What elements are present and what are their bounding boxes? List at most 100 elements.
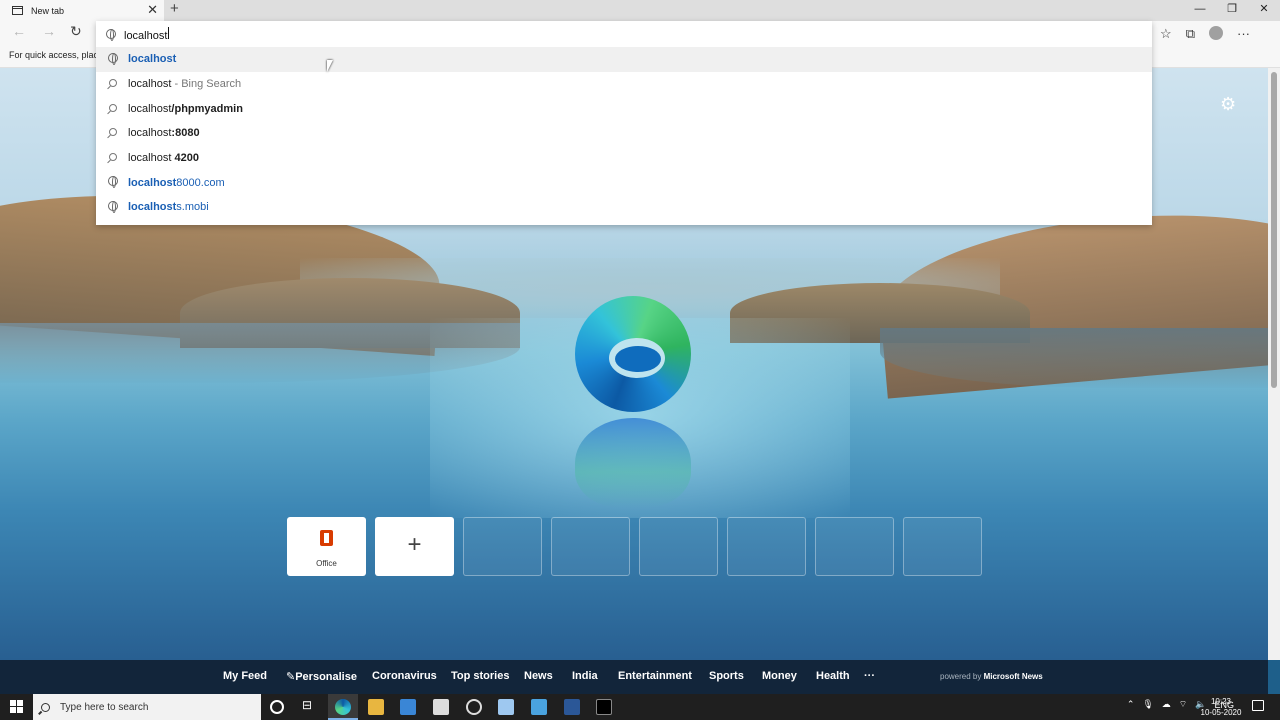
suggestion-completion: /phpmyadmin bbox=[171, 102, 243, 115]
remote-desktop-icon[interactable] bbox=[531, 699, 547, 715]
mouse-cursor-icon bbox=[327, 60, 339, 72]
forward-button[interactable]: → bbox=[42, 23, 56, 39]
terminal-icon[interactable] bbox=[596, 699, 612, 715]
quick-link-empty bbox=[815, 517, 894, 576]
text-caret bbox=[168, 26, 170, 39]
powered-by-label: powered by Microsoft News bbox=[940, 672, 1043, 681]
search-icon bbox=[109, 153, 117, 162]
suggestion-text: localhost/phpmyadmin bbox=[128, 103, 243, 115]
quick-link-office[interactable]: Office bbox=[287, 517, 366, 576]
obs-icon[interactable] bbox=[466, 699, 482, 715]
minimize-button[interactable]: — bbox=[1184, 0, 1216, 21]
news-tab-health[interactable]: Health bbox=[816, 670, 850, 682]
edge-logo-reflection bbox=[575, 418, 691, 508]
page-settings-icon[interactable]: ⚙ bbox=[1220, 94, 1236, 115]
app-icon[interactable] bbox=[498, 699, 514, 715]
toolbar-right: ☆ ⧉ ··· bbox=[1160, 26, 1250, 43]
suggestion-text: localhost:8080 bbox=[128, 127, 200, 139]
taskbar-search-placeholder: Type here to search bbox=[60, 701, 149, 713]
edge-logo bbox=[575, 296, 691, 412]
suggestion-item[interactable]: localhost bbox=[96, 47, 1152, 72]
page-icon bbox=[12, 6, 23, 15]
suggestion-completion: 4200 bbox=[174, 152, 199, 165]
suggestion-item[interactable]: localhost:8080 bbox=[96, 121, 1152, 146]
restore-button[interactable]: ❐ bbox=[1216, 0, 1248, 21]
news-tab-money[interactable]: Money bbox=[762, 670, 797, 682]
windows-start-icon[interactable] bbox=[10, 700, 23, 713]
quick-link-label: Office bbox=[316, 559, 337, 568]
suggestion-item[interactable]: localhost8000.com bbox=[96, 170, 1152, 195]
wifi-icon[interactable]: ⌔ bbox=[1179, 699, 1187, 710]
suggestion-item[interactable]: localhost 4200 bbox=[96, 146, 1152, 171]
globe-icon bbox=[108, 176, 118, 189]
address-value: localhost bbox=[124, 29, 168, 42]
suggestion-rest: s.mobi bbox=[176, 201, 209, 214]
onedrive-icon[interactable]: ☁ bbox=[1162, 699, 1171, 710]
tab-strip: New tab ✕ + — ❐ ✕ bbox=[0, 0, 1280, 21]
office-icon bbox=[320, 530, 333, 546]
add-quick-link-button[interactable]: + bbox=[375, 517, 454, 576]
news-tab-sports[interactable]: Sports bbox=[709, 670, 744, 682]
suggestion-host: localhost bbox=[128, 176, 177, 189]
edge-taskbar-icon[interactable] bbox=[335, 699, 351, 715]
avatar bbox=[1209, 26, 1223, 40]
suggestion-item[interactable]: localhost/phpmyadmin bbox=[96, 96, 1152, 121]
microphone-icon[interactable]: 🎙 bbox=[1142, 699, 1153, 710]
word-icon[interactable] bbox=[564, 699, 580, 715]
news-tab-coronavirus[interactable]: Coronavirus bbox=[372, 670, 437, 682]
tab-new-tab[interactable]: New tab ✕ bbox=[0, 0, 164, 21]
taskbar-clock[interactable]: 10:23 10-05-2020 bbox=[1196, 696, 1246, 718]
suggestion-query: localhost bbox=[128, 102, 172, 115]
suggestion-text: localhosts.mobi bbox=[128, 201, 209, 213]
search-icon-wrap bbox=[106, 78, 120, 90]
news-tab-my-feed[interactable]: My Feed bbox=[223, 670, 267, 682]
cortana-icon[interactable] bbox=[270, 700, 284, 714]
suggestion-item[interactable]: localhosts.mobi bbox=[96, 195, 1152, 220]
task-view-icon[interactable]: ⊟ bbox=[302, 698, 318, 714]
plus-icon: + bbox=[407, 531, 422, 558]
profile-button[interactable] bbox=[1209, 26, 1223, 43]
favorites-icon[interactable]: ☆ bbox=[1160, 26, 1172, 43]
store-icon[interactable] bbox=[400, 699, 416, 715]
file-explorer-icon[interactable] bbox=[368, 699, 384, 715]
taskbar-search-box[interactable]: Type here to search bbox=[33, 694, 261, 720]
quick-link-empty bbox=[551, 517, 630, 576]
news-nav-bar: My Feed ✎Personalise Coronavirus Top sto… bbox=[0, 660, 1268, 694]
suggestion-host: localhost bbox=[128, 201, 177, 214]
suggestion-text: localhost 4200 bbox=[128, 152, 199, 164]
news-tab-personalise[interactable]: ✎Personalise bbox=[286, 670, 357, 683]
tab-title: New tab bbox=[31, 5, 65, 16]
news-tab-india[interactable]: India bbox=[572, 670, 598, 682]
tab-close-icon[interactable]: ✕ bbox=[147, 2, 158, 18]
back-button[interactable]: ← bbox=[12, 23, 26, 39]
favorites-hint: For quick access, place y bbox=[9, 50, 111, 60]
news-tab-entertainment[interactable]: Entertainment bbox=[618, 670, 692, 682]
suggestion-text: localhost8000.com bbox=[128, 177, 225, 189]
refresh-button[interactable]: ↻ bbox=[70, 23, 82, 40]
news-more-button[interactable]: ··· bbox=[864, 670, 875, 682]
news-tab-top-stories[interactable]: Top stories bbox=[451, 670, 509, 682]
news-tab-news[interactable]: News bbox=[524, 670, 553, 682]
clock-date: 10-05-2020 bbox=[1200, 708, 1242, 717]
suggestion-suffix: - Bing Search bbox=[171, 78, 242, 91]
suggestion-query: localhost bbox=[128, 152, 175, 165]
notification-icon[interactable] bbox=[1252, 700, 1264, 711]
address-bar[interactable]: localhost bbox=[96, 21, 1152, 47]
suggestion-rest: 8000.com bbox=[176, 176, 225, 189]
page-scrollbar[interactable] bbox=[1268, 68, 1280, 660]
close-window-button[interactable]: ✕ bbox=[1248, 0, 1280, 21]
more-options-icon[interactable]: ··· bbox=[1237, 26, 1250, 43]
scrollbar-thumb[interactable] bbox=[1271, 72, 1277, 388]
mail-icon[interactable] bbox=[433, 699, 449, 715]
collections-icon[interactable]: ⧉ bbox=[1186, 26, 1195, 43]
suggestion-item[interactable]: localhost - Bing Search bbox=[96, 72, 1152, 97]
taskbar: Type here to search ⊟ ⌃ 🎙 ☁ ⌔ 🔈 ENG 10:2… bbox=[0, 694, 1280, 720]
quick-link-empty bbox=[463, 517, 542, 576]
globe-icon-wrap bbox=[106, 200, 120, 214]
address-input[interactable]: localhost bbox=[124, 26, 170, 42]
suggestion-completion: :8080 bbox=[171, 127, 200, 140]
chevron-up-icon[interactable]: ⌃ bbox=[1127, 699, 1135, 710]
news-tab-label: Personalise bbox=[295, 671, 357, 683]
new-tab-button[interactable]: + bbox=[170, 0, 179, 17]
powered-by-brand: Microsoft News bbox=[983, 672, 1043, 681]
